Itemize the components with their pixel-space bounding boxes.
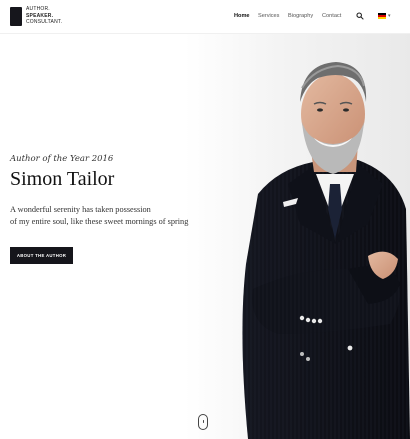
search-icon[interactable] [356, 12, 364, 20]
logo-icon[interactable] [10, 7, 22, 26]
nav-item-biography[interactable]: Biography [288, 13, 313, 19]
hero-subtitle-line-1: A wonderful serenity has taken possessio… [10, 205, 151, 214]
logo-text[interactable]: AUTHOR. SPEAKER. CONSULTANT. [26, 6, 62, 26]
scroll-down-indicator[interactable] [198, 414, 208, 430]
author-portrait [242, 62, 410, 439]
hero-subtitle: A wonderful serenity has taken possessio… [10, 204, 210, 228]
nav-item-home[interactable]: Home [234, 13, 250, 19]
about-the-author-button[interactable]: ABOUT THE AUTHOR [10, 247, 73, 264]
nav-item-contact[interactable]: Contact [322, 13, 341, 19]
hero-kicker: Author of the Year 2016 [10, 154, 114, 164]
hero-subtitle-line-2: of my entire soul, like these sweet morn… [10, 217, 189, 226]
mouse-scroll-icon [202, 420, 204, 423]
site-header: AUTHOR. SPEAKER. CONSULTANT. Home Servic… [0, 0, 410, 34]
germany-flag-icon [378, 13, 386, 19]
nav-item-services[interactable]: Services [258, 13, 279, 19]
logo-line-consultant: CONSULTANT. [26, 19, 63, 25]
chevron-down-icon: ▾ [388, 13, 391, 19]
hero-title: Simon Tailor [10, 168, 115, 190]
language-switcher[interactable]: ▾ [378, 13, 394, 19]
